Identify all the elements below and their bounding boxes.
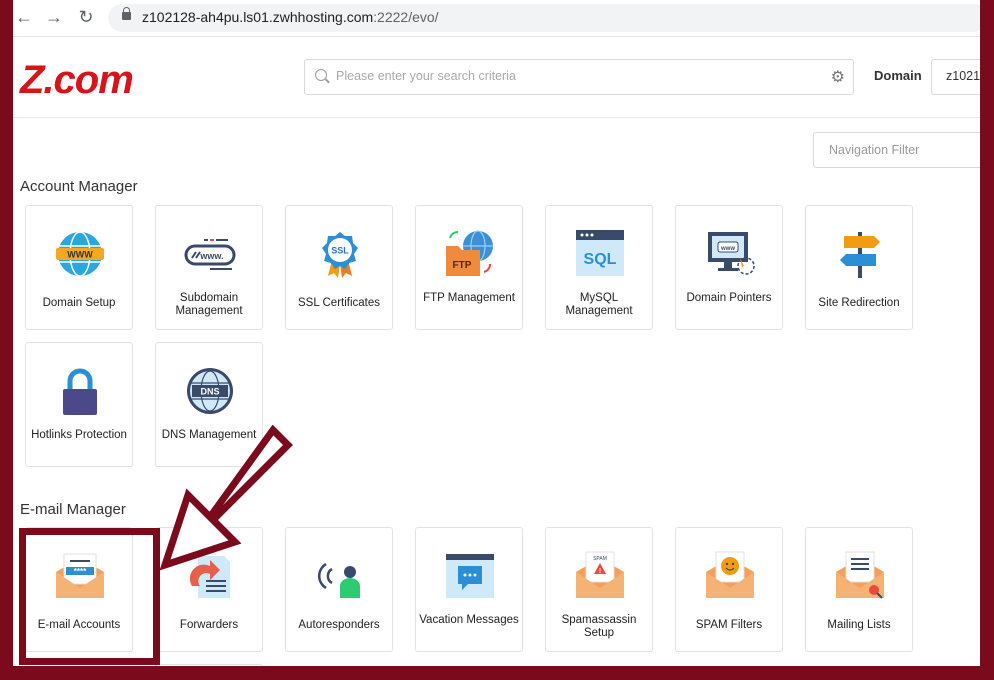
browser-window: ← → ↻ z102128-ah4pu.ls01.zwhhosting.com:… bbox=[13, 0, 980, 666]
back-button[interactable]: ← bbox=[13, 6, 35, 28]
svg-text:!: ! bbox=[599, 568, 601, 575]
tile-label: SSL Certificates bbox=[297, 297, 381, 309]
tile-label: Hotlinks Protection bbox=[31, 429, 127, 441]
svg-text:SQL: SQL bbox=[584, 251, 617, 268]
reload-button[interactable]: ↻ bbox=[75, 6, 97, 28]
subdomain-icon: www. bbox=[184, 239, 236, 270]
tile-partial bbox=[155, 664, 263, 666]
svg-text:www.: www. bbox=[199, 251, 223, 261]
domain-label: Domain bbox=[874, 68, 922, 83]
tile-ssl-certificates[interactable]: SSL SSL Certificates bbox=[285, 205, 393, 330]
svg-text:FTP: FTP bbox=[453, 260, 472, 271]
search-placeholder: Please enter your search criteria bbox=[336, 69, 516, 83]
navigation-filter-placeholder: Navigation Filter bbox=[829, 143, 920, 157]
search-icon bbox=[315, 69, 327, 81]
autoresponder-icon bbox=[317, 562, 360, 598]
tile-label: Site Redirection bbox=[818, 297, 900, 309]
tile-label: Autoresponders bbox=[298, 619, 380, 631]
tile-label: SPAM Filters bbox=[695, 619, 763, 631]
tile-mailing-lists[interactable]: Mailing Lists bbox=[805, 527, 913, 652]
url-text: z102128-ah4pu.ls01.zwhhosting.com:2222/e… bbox=[142, 9, 439, 25]
svg-text:DNS: DNS bbox=[200, 387, 219, 397]
tile-domain-setup[interactable]: WWW Domain Setup bbox=[25, 205, 133, 330]
forward-button[interactable]: → bbox=[43, 6, 65, 28]
domain-pointer-icon: www bbox=[708, 232, 755, 275]
tile-label: Forwarders bbox=[179, 619, 239, 631]
tile-ftp-management[interactable]: FTP FTP Management bbox=[415, 205, 523, 330]
tile-label: Mailing Lists bbox=[827, 619, 891, 631]
sql-icon: SQL bbox=[576, 230, 624, 276]
browser-toolbar: ← → ↻ z102128-ah4pu.ls01.zwhhosting.com:… bbox=[13, 0, 980, 37]
padlock-icon bbox=[63, 368, 97, 415]
tile-label: Domain Setup bbox=[42, 297, 116, 309]
tile-label: FTP Management bbox=[423, 292, 515, 304]
ftp-folder-icon: FTP bbox=[446, 230, 493, 276]
domain-select[interactable]: z1021 bbox=[931, 59, 980, 95]
tile-vacation-messages[interactable]: Vacation Messages bbox=[415, 527, 523, 652]
tile-site-redirection[interactable]: Site Redirection bbox=[805, 205, 913, 330]
lock-icon bbox=[122, 7, 131, 20]
address-bar[interactable]: z102128-ah4pu.ls01.zwhhosting.com:2222/e… bbox=[108, 4, 980, 32]
signpost-icon bbox=[840, 232, 880, 278]
tile-spam-filters[interactable]: SPAM Filters bbox=[675, 527, 783, 652]
gear-icon[interactable]: ⚙ bbox=[831, 67, 845, 87]
url-path: :2222/evo/ bbox=[373, 9, 439, 25]
tile-label: MySQL Management bbox=[565, 292, 633, 317]
header-divider bbox=[13, 117, 980, 118]
search-input[interactable]: Please enter your search criteria ⚙ bbox=[304, 59, 854, 95]
svg-text:www: www bbox=[720, 246, 735, 252]
tile-label: Domain Pointers bbox=[686, 292, 772, 304]
mailing-list-icon bbox=[836, 551, 884, 599]
pointer-arrow-icon bbox=[159, 425, 293, 571]
tile-subdomain-management[interactable]: www. Subdomain Management bbox=[155, 205, 263, 330]
svg-text:SPAM: SPAM bbox=[593, 556, 607, 562]
zcom-logo[interactable]: Z.com bbox=[20, 58, 134, 103]
spam-filter-icon bbox=[706, 551, 754, 598]
tile-hotlinks-protection[interactable]: Hotlinks Protection bbox=[25, 342, 133, 467]
tile-domain-pointers[interactable]: www Domain Pointers bbox=[675, 205, 783, 330]
ssl-badge-icon: SSL bbox=[322, 232, 358, 278]
tile-label: Subdomain Management bbox=[175, 292, 243, 317]
dns-globe-icon: DNS bbox=[187, 368, 233, 414]
tile-spamassassin-setup[interactable]: SPAM ! Spamassassin Setup bbox=[545, 527, 653, 652]
spam-envelope-icon: SPAM ! bbox=[576, 551, 624, 598]
globe-www-icon: WWW bbox=[56, 231, 104, 277]
tile-mysql-management[interactable]: SQL MySQL Management bbox=[545, 205, 653, 330]
highlight-box bbox=[19, 528, 160, 665]
email-manager-title: E-mail Manager bbox=[20, 501, 126, 518]
tile-label: Vacation Messages bbox=[419, 614, 519, 626]
svg-text:WWW: WWW bbox=[67, 250, 93, 260]
tile-label: Spamassassin Setup bbox=[561, 614, 637, 639]
navigation-filter-input[interactable]: Navigation Filter bbox=[813, 132, 980, 168]
account-manager-title: Account Manager bbox=[20, 178, 138, 195]
url-host: z102128-ah4pu.ls01.zwhhosting.com bbox=[142, 9, 374, 25]
vacation-message-icon bbox=[446, 554, 494, 598]
svg-text:SSL: SSL bbox=[331, 246, 349, 256]
domain-select-value: z1021 bbox=[946, 69, 980, 83]
